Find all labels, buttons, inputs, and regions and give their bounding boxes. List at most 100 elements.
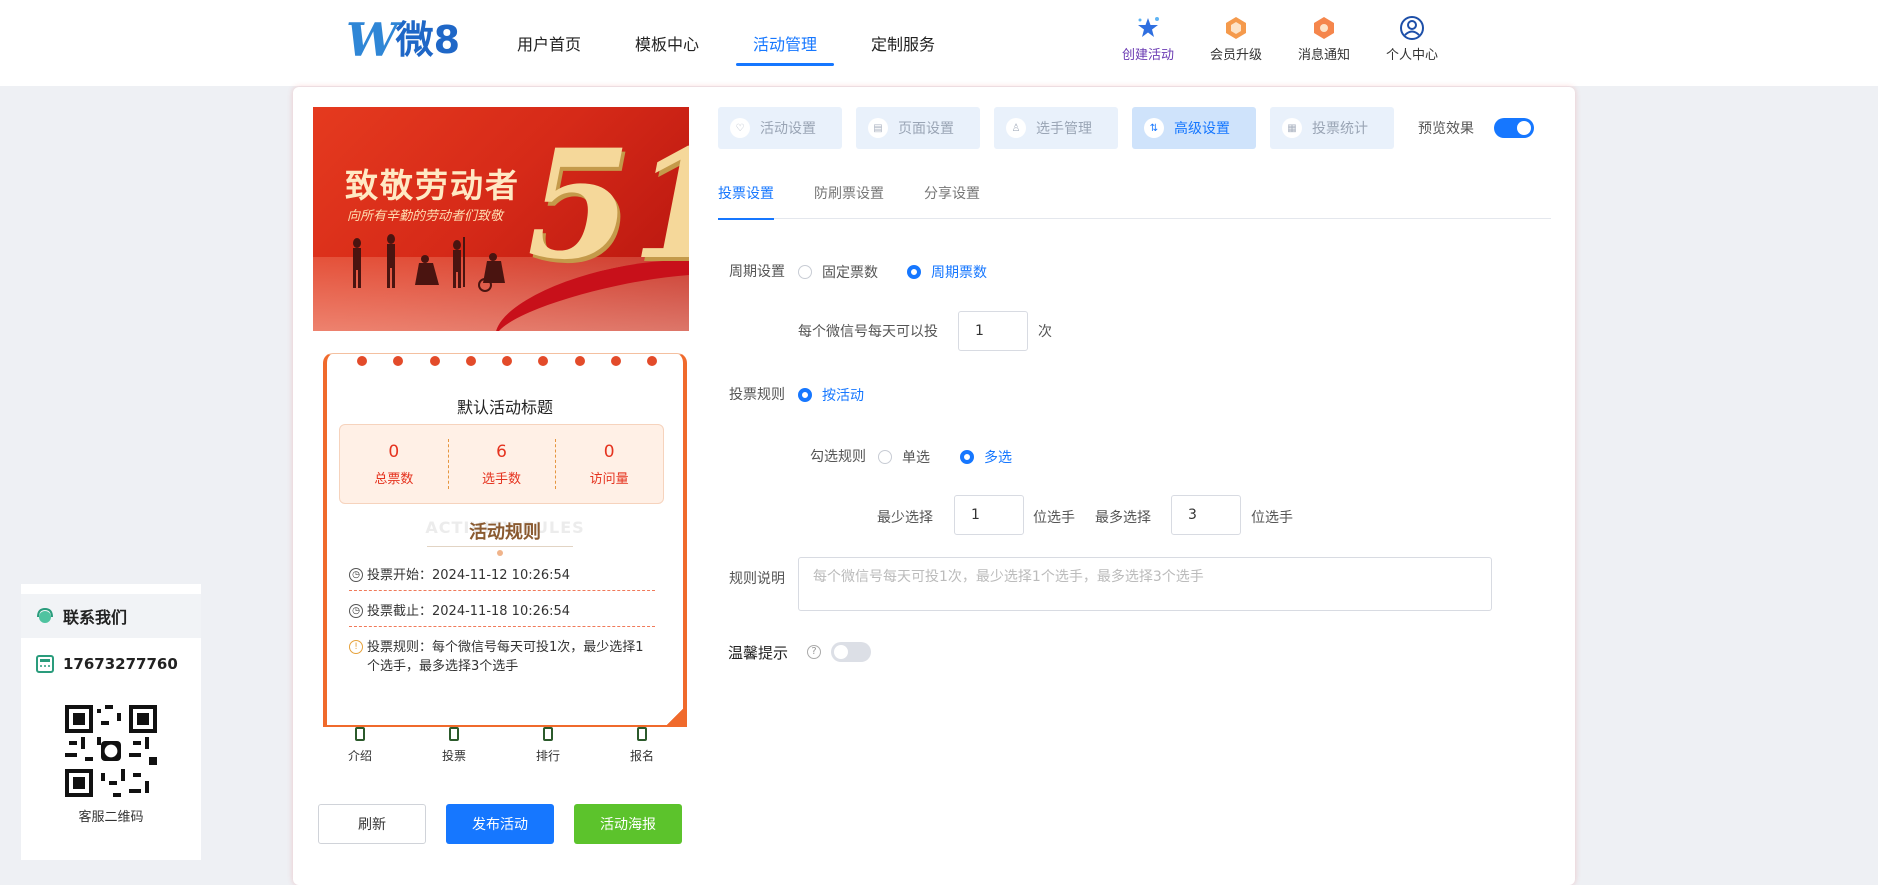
member-upgrade-button[interactable]: 会员升级 — [1192, 14, 1280, 63]
radio-label: 固定票数 — [822, 265, 878, 281]
top-navigation-bar: W 微8 用户首页 模板中心 活动管理 定制服务 创建活动 会员升级 消息通知 — [0, 0, 1878, 86]
nav-item-custom-service[interactable]: 定制服务 — [844, 0, 962, 86]
activity-poster-button[interactable]: 活动海报 — [574, 804, 682, 844]
main-card: 51 致敬劳动者 向所有辛勤的劳动者们致敬 — [293, 87, 1575, 885]
banner-title: 致敬劳动者 — [345, 166, 520, 205]
stat-value: 6 — [496, 441, 507, 462]
vote-rule-label: 投票规则 — [729, 387, 785, 403]
stat-visits: 0 访问量 — [555, 425, 663, 503]
preview-toggle-label: 预览效果 — [1418, 121, 1474, 137]
stat-label: 选手数 — [482, 471, 522, 487]
step-vote-statistics[interactable]: ▦ 投票统计 — [1270, 107, 1394, 149]
daily-votes-unit: 次 — [1038, 324, 1052, 340]
radio-multi-select[interactable]: 多选 — [960, 447, 1012, 467]
tab-label: 报名 — [629, 749, 654, 763]
radio-periodic-votes[interactable]: 周期票数 — [907, 262, 987, 282]
member-upgrade-label: 会员升级 — [1209, 48, 1262, 63]
ranking-icon — [543, 727, 553, 741]
clock-icon: ◷ — [349, 568, 363, 582]
heart-icon: ♡ — [730, 118, 750, 138]
activity-title: 默认活动标题 — [456, 398, 553, 417]
activity-stats: 0 总票数 6 选手数 0 访问量 — [339, 424, 664, 504]
signup-icon — [637, 727, 647, 741]
rule-description-textarea[interactable]: 每个微信号每天可投1次，最少选择1个选手，最多选择3个选手 — [798, 557, 1492, 611]
step-label: 活动设置 — [760, 121, 816, 137]
mobile-preview: 51 致敬劳动者 向所有辛勤的劳动者们致敬 — [313, 107, 689, 727]
step-activity-settings[interactable]: ♡ 活动设置 — [718, 107, 842, 149]
tips-toggle[interactable] — [831, 642, 871, 662]
contact-phone: 17673277760 — [21, 638, 201, 674]
ring-dot — [502, 356, 512, 366]
personal-center-button[interactable]: 个人中心 — [1368, 14, 1456, 63]
main-nav: 用户首页 模板中心 活动管理 定制服务 — [490, 0, 962, 86]
ring-dot — [610, 356, 621, 366]
stat-value: 0 — [388, 441, 400, 462]
step-advanced-settings[interactable]: ⇅ 高级设置 — [1132, 107, 1256, 149]
ring-dot — [357, 356, 367, 366]
user-icon — [1398, 14, 1426, 42]
step-page-settings[interactable]: ▤ 页面设置 — [856, 107, 980, 149]
ring-dot — [647, 356, 657, 366]
radio-single-select[interactable]: 单选 — [878, 447, 930, 467]
preview-actions: 刷新 发布活动 活动海报 — [318, 804, 702, 844]
stat-label: 访问量 — [589, 471, 629, 487]
stat-label: 总票数 — [374, 471, 414, 487]
qr-code-image — [65, 705, 157, 797]
max-select-input[interactable]: 3 — [1171, 495, 1241, 535]
contact-panel: 联系我们 17673277760 客服二维码 — [21, 584, 201, 860]
tab-signup[interactable]: 报名 — [595, 727, 689, 777]
rule-description-label: 规则说明 — [729, 571, 785, 587]
ring-dot — [574, 356, 585, 366]
daily-votes-label: 每个微信号每天可以投 — [798, 324, 938, 340]
stats-icon: ▦ — [1282, 118, 1302, 138]
help-icon[interactable]: ? — [807, 645, 821, 659]
personal-center-label: 个人中心 — [1385, 48, 1438, 63]
nav-item-activity-management[interactable]: 活动管理 — [726, 0, 844, 86]
ring-dot — [429, 356, 440, 366]
radio-dot — [878, 450, 892, 464]
ring-dot — [538, 356, 549, 366]
rule-vote-start-text: 投票开始：2024-11-12 10:26:54 — [367, 568, 571, 583]
tab-ranking[interactable]: 排行 — [501, 727, 595, 777]
rule-separator — [349, 626, 655, 627]
daily-votes-input[interactable]: 1 — [958, 311, 1028, 351]
vip-badge-icon — [1222, 14, 1250, 42]
contact-phone-number: 17673277760 — [63, 655, 178, 673]
selection-rule-label: 勾选规则 — [810, 449, 866, 465]
logo[interactable]: W 微8 — [346, 13, 461, 67]
nav-item-templates[interactable]: 模板中心 — [608, 0, 726, 86]
radio-dot — [798, 388, 812, 402]
rule-vote-rule: ! 投票规则：每个微信号每天可投1次，最少选择1个选手，最多选择3个选手 — [349, 638, 655, 676]
radio-fixed-votes[interactable]: 固定票数 — [798, 262, 878, 282]
subtab-share-settings[interactable]: 分享设置 — [924, 183, 980, 219]
radio-label: 按活动 — [822, 388, 864, 404]
bell-badge-icon — [1310, 14, 1338, 42]
preview-toggle[interactable] — [1494, 118, 1534, 138]
publish-activity-button[interactable]: 发布活动 — [446, 804, 554, 844]
create-activity-button[interactable]: 创建活动 — [1104, 14, 1192, 63]
stat-contestants: 6 选手数 — [447, 425, 556, 503]
nav-item-home[interactable]: 用户首页 — [490, 0, 608, 86]
tab-vote[interactable]: 投票 — [407, 727, 501, 777]
min-select-label: 最少选择 — [877, 510, 933, 526]
rules-divider — [427, 546, 573, 547]
rules-divider-dot — [497, 550, 503, 556]
phone-icon — [35, 654, 55, 674]
settings-steps: ♡ 活动设置 ▤ 页面设置 ♙ 选手管理 ⇅ 高级设置 ▦ 投票统计 预览效果 — [718, 107, 1534, 149]
step-contestant-management[interactable]: ♙ 选手管理 — [994, 107, 1118, 149]
min-select-input[interactable]: 1 — [954, 495, 1024, 535]
stat-total-votes: 0 总票数 — [340, 425, 448, 503]
rule-separator — [349, 590, 655, 591]
qr-code-label: 客服二维码 — [78, 810, 144, 825]
notifications-button[interactable]: 消息通知 — [1280, 14, 1368, 63]
subtab-vote-settings[interactable]: 投票设置 — [718, 183, 774, 220]
max-select-unit: 位选手 — [1251, 510, 1293, 526]
logo-text: 微8 — [395, 18, 461, 62]
tab-intro[interactable]: 介绍 — [313, 727, 407, 777]
banner-number: 51 — [527, 117, 689, 293]
refresh-button[interactable]: 刷新 — [318, 804, 426, 844]
subtab-anti-fraud[interactable]: 防刷票设置 — [814, 183, 884, 219]
logo-w-mark: W — [346, 13, 398, 67]
contact-header: 联系我们 — [21, 594, 201, 638]
radio-by-activity[interactable]: 按活动 — [798, 385, 864, 405]
